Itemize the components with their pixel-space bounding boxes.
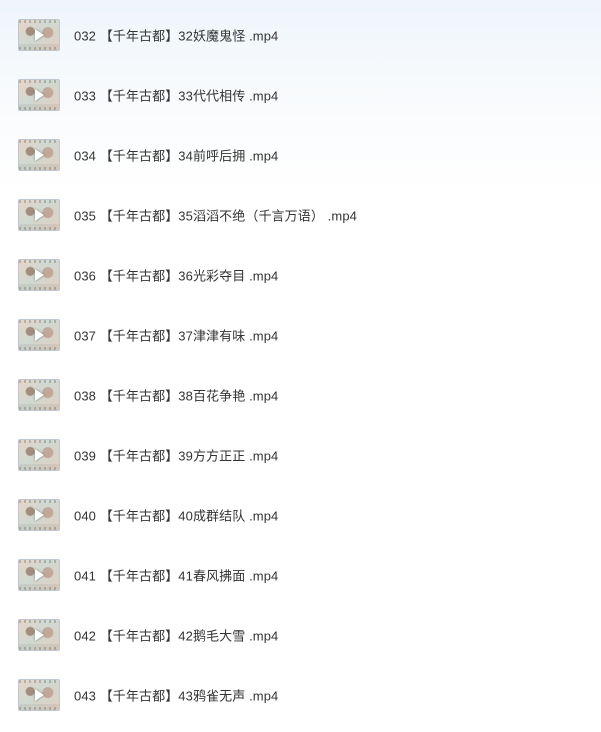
play-icon [34,509,44,521]
file-row[interactable]: 042 【千年古都】42鹅毛大雪 .mp4 [0,605,601,665]
video-thumbnail-icon[interactable] [18,259,60,291]
video-thumbnail-icon[interactable] [18,79,60,111]
file-name[interactable]: 036 【千年古都】36光彩夺目 .mp4 [74,266,278,285]
video-thumbnail-icon[interactable] [18,439,60,471]
video-thumbnail-icon[interactable] [18,559,60,591]
play-icon [34,29,44,41]
video-thumbnail-icon[interactable] [18,499,60,531]
file-row[interactable]: 035 【千年古都】35滔滔不绝（千言万语） .mp4 [0,185,601,245]
play-icon [34,89,44,101]
video-thumbnail-icon[interactable] [18,19,60,51]
play-icon [34,269,44,281]
file-name[interactable]: 041 【千年古都】41春风拂面 .mp4 [74,566,278,585]
file-row[interactable]: 036 【千年古都】36光彩夺目 .mp4 [0,245,601,305]
file-name[interactable]: 038 【千年古都】38百花争艳 .mp4 [74,386,278,405]
video-thumbnail-icon[interactable] [18,379,60,411]
play-icon [34,209,44,221]
file-name[interactable]: 033 【千年古都】33代代相传 .mp4 [74,86,278,105]
file-name[interactable]: 040 【千年古都】40成群结队 .mp4 [74,506,278,525]
play-icon [34,569,44,581]
file-name[interactable]: 037 【千年古都】37津津有味 .mp4 [74,326,278,345]
file-list: 032 【千年古都】32妖魔鬼怪 .mp4 033 【千年古都】33代代相传 .… [0,5,601,725]
file-name[interactable]: 034 【千年古都】34前呼后拥 .mp4 [74,146,278,165]
file-row[interactable]: 040 【千年古都】40成群结队 .mp4 [0,485,601,545]
play-icon [34,329,44,341]
file-name[interactable]: 043 【千年古都】43鸦雀无声 .mp4 [74,686,278,705]
file-row[interactable]: 037 【千年古都】37津津有味 .mp4 [0,305,601,365]
play-icon [34,689,44,701]
file-row[interactable]: 038 【千年古都】38百花争艳 .mp4 [0,365,601,425]
file-row[interactable]: 034 【千年古都】34前呼后拥 .mp4 [0,125,601,185]
file-name[interactable]: 032 【千年古都】32妖魔鬼怪 .mp4 [74,26,278,45]
play-icon [34,629,44,641]
video-thumbnail-icon[interactable] [18,139,60,171]
file-row[interactable]: 043 【千年古都】43鸦雀无声 .mp4 [0,665,601,725]
play-icon [34,449,44,461]
file-row[interactable]: 041 【千年古都】41春风拂面 .mp4 [0,545,601,605]
file-row[interactable]: 032 【千年古都】32妖魔鬼怪 .mp4 [0,5,601,65]
video-thumbnail-icon[interactable] [18,679,60,711]
video-thumbnail-icon[interactable] [18,619,60,651]
video-thumbnail-icon[interactable] [18,319,60,351]
play-icon [34,149,44,161]
play-icon [34,389,44,401]
file-row[interactable]: 039 【千年古都】39方方正正 .mp4 [0,425,601,485]
file-row[interactable]: 033 【千年古都】33代代相传 .mp4 [0,65,601,125]
video-thumbnail-icon[interactable] [18,199,60,231]
file-name[interactable]: 039 【千年古都】39方方正正 .mp4 [74,446,278,465]
file-name[interactable]: 042 【千年古都】42鹅毛大雪 .mp4 [74,626,278,645]
file-name[interactable]: 035 【千年古都】35滔滔不绝（千言万语） .mp4 [74,206,357,225]
